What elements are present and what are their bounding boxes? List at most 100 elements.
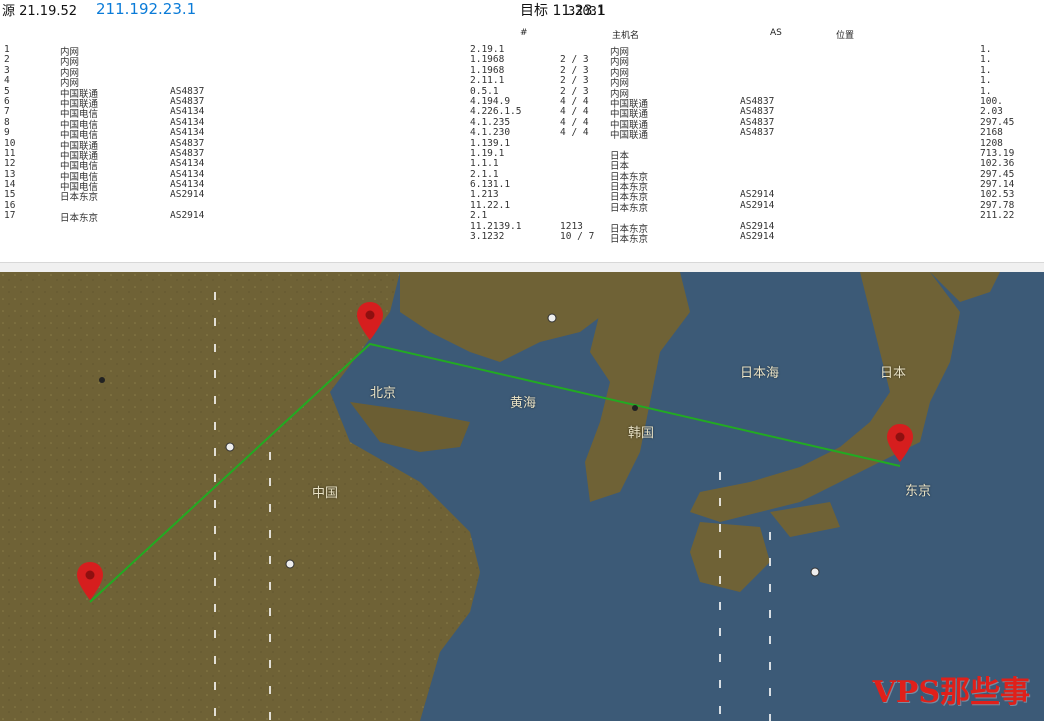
hop-row: 15 日本东京 AS2914 1.213 日本东京 AS2914 102.53: [0, 189, 1044, 203]
city-dot: [285, 559, 295, 569]
hop-time: 10 / 7: [560, 231, 595, 243]
hop-latency: 297.14: [980, 179, 1015, 191]
hop-row: 16 11.22.1 日本东京 AS2914 297.78: [0, 199, 1044, 214]
hop-target-as: AS2914: [740, 231, 775, 243]
target-ip: 33031: [568, 4, 605, 18]
hop-latency: 100.: [980, 95, 1003, 107]
hop-time: 2 / 3: [560, 54, 589, 66]
hop-number: 5: [4, 85, 10, 97]
hop-as: AS4837: [170, 85, 205, 97]
hop-row: 1 内网 2.19.1 内网 1.: [0, 44, 1044, 58]
hop-number: 14: [4, 179, 16, 191]
hop-time: 2 / 3: [560, 85, 589, 97]
hop-latency: 102.36: [980, 158, 1015, 170]
city-dot: [99, 377, 105, 383]
hop-row: 11 中国联通 AS4837 1.19.1 日本 713.19: [0, 147, 1044, 162]
hop-ip: 4.226.1.5: [470, 106, 522, 118]
hop-as: AS4134: [170, 127, 205, 139]
col-location: 位置: [836, 31, 855, 41]
hop-as: AS2914: [170, 189, 205, 201]
hop-row: 4 内网 2.11.1 2 / 3 内网 1.: [0, 75, 1044, 89]
col-ip: 主机名: [612, 31, 640, 41]
hop-latency: 211.22: [980, 210, 1015, 222]
hop-as: AS4134: [170, 116, 205, 128]
hop-latency: 297.45: [980, 116, 1015, 128]
route-map[interactable]: 北京 韩国 日本 东京 中国 黄海 日本海 VPS那些事: [0, 272, 1044, 721]
hop-number: 16: [4, 199, 16, 211]
hop-ip: 2.1: [470, 210, 488, 222]
hop-ip: 1.213: [470, 189, 499, 201]
hop-ip: 4.1.235: [470, 116, 511, 128]
hop-latency: 1208: [980, 137, 1003, 149]
city-dot: [547, 313, 557, 323]
hop-as: AS4837: [170, 95, 205, 107]
hop-ip: 4.194.9: [470, 95, 511, 107]
hop-number: 1: [4, 44, 10, 55]
hop-row: 6 中国联通 AS4837 4.194.9 4 / 4 中国联通 AS4837 100.: [0, 95, 1044, 110]
hop-row: 10 中国联通 AS4837 1.139.1 1208: [0, 137, 1044, 152]
hop-latency: 2168: [980, 127, 1003, 139]
hop-time: 4 / 4: [560, 95, 589, 107]
map-label-yellow-sea: 黄海: [510, 396, 537, 411]
hop-ip: 0.5.1: [470, 85, 499, 97]
hop-target-as: AS4837: [740, 106, 775, 118]
hop-number: 17: [4, 210, 16, 222]
hop-target-location: 日本东京: [610, 234, 649, 246]
hop-as: AS4134: [170, 106, 205, 118]
hop-time: 2 / 3: [560, 75, 589, 87]
hop-ip: 2.1.1: [470, 168, 499, 180]
hop-latency: 297.78: [980, 199, 1015, 211]
hop-ip: 1.19.1: [470, 147, 505, 159]
hop-ip: 2.19.1: [470, 44, 505, 55]
hop-target-as: AS2914: [740, 189, 775, 201]
tokyo-pin-icon[interactable]: [886, 424, 914, 464]
source-ip-link[interactable]: 211.192.23.1: [96, 0, 196, 18]
city-dot: [810, 567, 820, 577]
hop-number: 6: [4, 95, 10, 107]
hop-latency: 102.53: [980, 189, 1015, 201]
hop-latency: 713.19: [980, 147, 1015, 159]
column-header: # 主机名 AS 位置: [0, 28, 1044, 42]
hop-time: 4 / 4: [560, 106, 589, 118]
hop-row: 8 中国电信 AS4134 4.1.235 4 / 4 中国联通 AS4837 297.45: [0, 116, 1044, 131]
hop-ip: 2.11.1: [470, 75, 505, 87]
hop-row: 7 中国电信 AS4134 4.226.1.5 4 / 4 中国联通 AS4837 2.03: [0, 106, 1044, 120]
hop-row: 17 日本东京 AS2914 2.1 211.22: [0, 210, 1044, 224]
hop-time: 4 / 4: [560, 116, 589, 128]
hop-time: 2 / 3: [560, 64, 589, 76]
hop-number: 10: [4, 137, 16, 149]
map-label-japan: 日本: [880, 366, 907, 381]
hop-ip: 4.1.230: [470, 127, 511, 139]
hop-ip: 6.131.1: [470, 179, 511, 191]
hop-row: 12 中国电信 AS4134 1.1.1 日本 102.36: [0, 158, 1044, 172]
hop-ip: 3.1232: [470, 231, 505, 243]
hop-as: AS4134: [170, 168, 205, 180]
hop-time: 1213: [560, 220, 583, 232]
hop-number: 3: [4, 64, 10, 76]
hop-latency: 1.: [980, 75, 992, 87]
map-label-korea: 韩国: [628, 426, 655, 441]
hop-number: 4: [4, 75, 10, 87]
hop-latency: 1.: [980, 85, 992, 97]
map-label-sea-of-japan: 日本海: [740, 366, 780, 381]
hop-target-as: AS4837: [740, 116, 775, 128]
hop-row: 2 内网 1.1968 2 / 3 内网 1.: [0, 54, 1044, 68]
beijing-pin-icon[interactable]: [356, 302, 384, 342]
hop-latency: 1.: [980, 54, 992, 66]
hop-row: 5 中国联通 AS4837 0.5.1 2 / 3 内网 1.: [0, 85, 1044, 100]
hop-target-as: AS4837: [740, 127, 775, 139]
hop-as: AS4134: [170, 158, 205, 170]
hop-row: 3.1232 10 / 7 日本东京 AS2914: [0, 231, 1044, 245]
hop-number: 7: [4, 106, 10, 118]
map-label-beijing: 北京: [370, 386, 397, 401]
hop-target-as: AS4837: [740, 95, 775, 107]
hop-row: 3 内网 1.1968 2 / 3 内网 1.: [0, 64, 1044, 79]
hop-ip: 1.1968: [470, 54, 505, 66]
hop-number: 2: [4, 54, 10, 66]
hop-latency: 1.: [980, 44, 992, 55]
origin-pin-icon[interactable]: [76, 562, 104, 602]
hop-number: 12: [4, 158, 16, 170]
hop-row: 11.2139.1 1213 日本东京 AS2914: [0, 220, 1044, 235]
hop-number: 8: [4, 116, 10, 128]
city-dot: [632, 405, 638, 411]
